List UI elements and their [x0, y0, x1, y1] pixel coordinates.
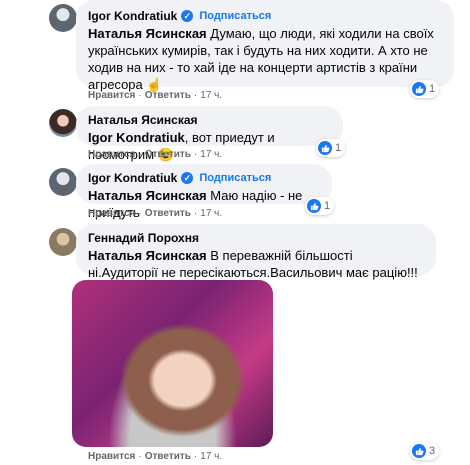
avatar[interactable]	[49, 109, 77, 137]
comment-actions: Нравится · Ответить · 17 ч.	[88, 90, 223, 101]
timestamp[interactable]: 17 ч.	[200, 90, 222, 101]
like-button[interactable]: Нравится	[88, 149, 135, 160]
comment-author[interactable]: Igor Kondratiuk	[88, 8, 177, 24]
timestamp[interactable]: 17 ч.	[200, 208, 222, 219]
follow-button[interactable]: Подписаться	[199, 8, 271, 24]
like-reaction-icon	[412, 82, 426, 96]
reaction-summary[interactable]: 1	[316, 139, 346, 157]
avatar[interactable]	[49, 228, 77, 256]
comment-actions: Нравится · Ответить · 17 ч.	[88, 451, 223, 462]
verified-badge-icon: ✓	[181, 10, 194, 22]
like-reaction-icon	[318, 141, 332, 155]
comment-author[interactable]: Наталья Ясинская	[88, 112, 198, 128]
reaction-summary[interactable]: 1	[410, 80, 440, 98]
comment-text: Наталья Ясинская Думаю, що люди, які ход…	[88, 25, 442, 93]
reply-button[interactable]: Ответить	[145, 90, 191, 101]
like-button[interactable]: Нравится	[88, 451, 135, 462]
like-button[interactable]: Нравится	[88, 208, 135, 219]
reaction-summary[interactable]: 3	[410, 442, 440, 460]
mention-link[interactable]: Igor Kondratiuk	[88, 130, 185, 145]
mention-link[interactable]: Наталья Ясинская	[88, 248, 207, 263]
avatar[interactable]	[49, 4, 77, 32]
reply-button[interactable]: Ответить	[145, 451, 191, 462]
avatar[interactable]	[49, 168, 77, 196]
reply-button[interactable]: Ответить	[145, 208, 191, 219]
verified-badge-icon: ✓	[181, 172, 194, 184]
mention-link[interactable]: Наталья Ясинская	[88, 188, 207, 203]
comment-author[interactable]: Igor Kondratiuk	[88, 170, 177, 186]
attached-image[interactable]	[72, 280, 273, 447]
comment-bubble: Наталья Ясинская Igor Kondratiuk, вот пр…	[76, 106, 343, 162]
comment-bubble: Геннадий Порохня Наталья Ясинская В пере…	[76, 224, 436, 297]
reaction-count: 1	[429, 83, 436, 95]
comment-bubble: Igor Kondratiuk ✓ Подписаться Наталья Яс…	[76, 0, 454, 92]
like-reaction-icon	[307, 199, 321, 213]
comment-actions: Нравится · Ответить · 17 ч.	[88, 149, 223, 160]
mention-link[interactable]: Наталья Ясинская	[88, 26, 207, 41]
comment-bubble: Igor Kondratiuk ✓ Подписаться Наталья Яс…	[76, 164, 332, 220]
reaction-count: 1	[324, 200, 331, 212]
like-reaction-icon	[412, 444, 426, 458]
comment-author[interactable]: Геннадий Порохня	[88, 230, 199, 246]
follow-button[interactable]: Подписаться	[199, 170, 271, 186]
like-button[interactable]: Нравится	[88, 90, 135, 101]
reaction-count: 3	[429, 445, 436, 457]
timestamp[interactable]: 17 ч.	[200, 451, 222, 462]
timestamp[interactable]: 17 ч.	[200, 149, 222, 160]
reaction-count: 1	[335, 142, 342, 154]
comment-actions: Нравится · Ответить · 17 ч.	[88, 208, 223, 219]
reply-button[interactable]: Ответить	[145, 149, 191, 160]
reaction-summary[interactable]: 1	[305, 197, 335, 215]
